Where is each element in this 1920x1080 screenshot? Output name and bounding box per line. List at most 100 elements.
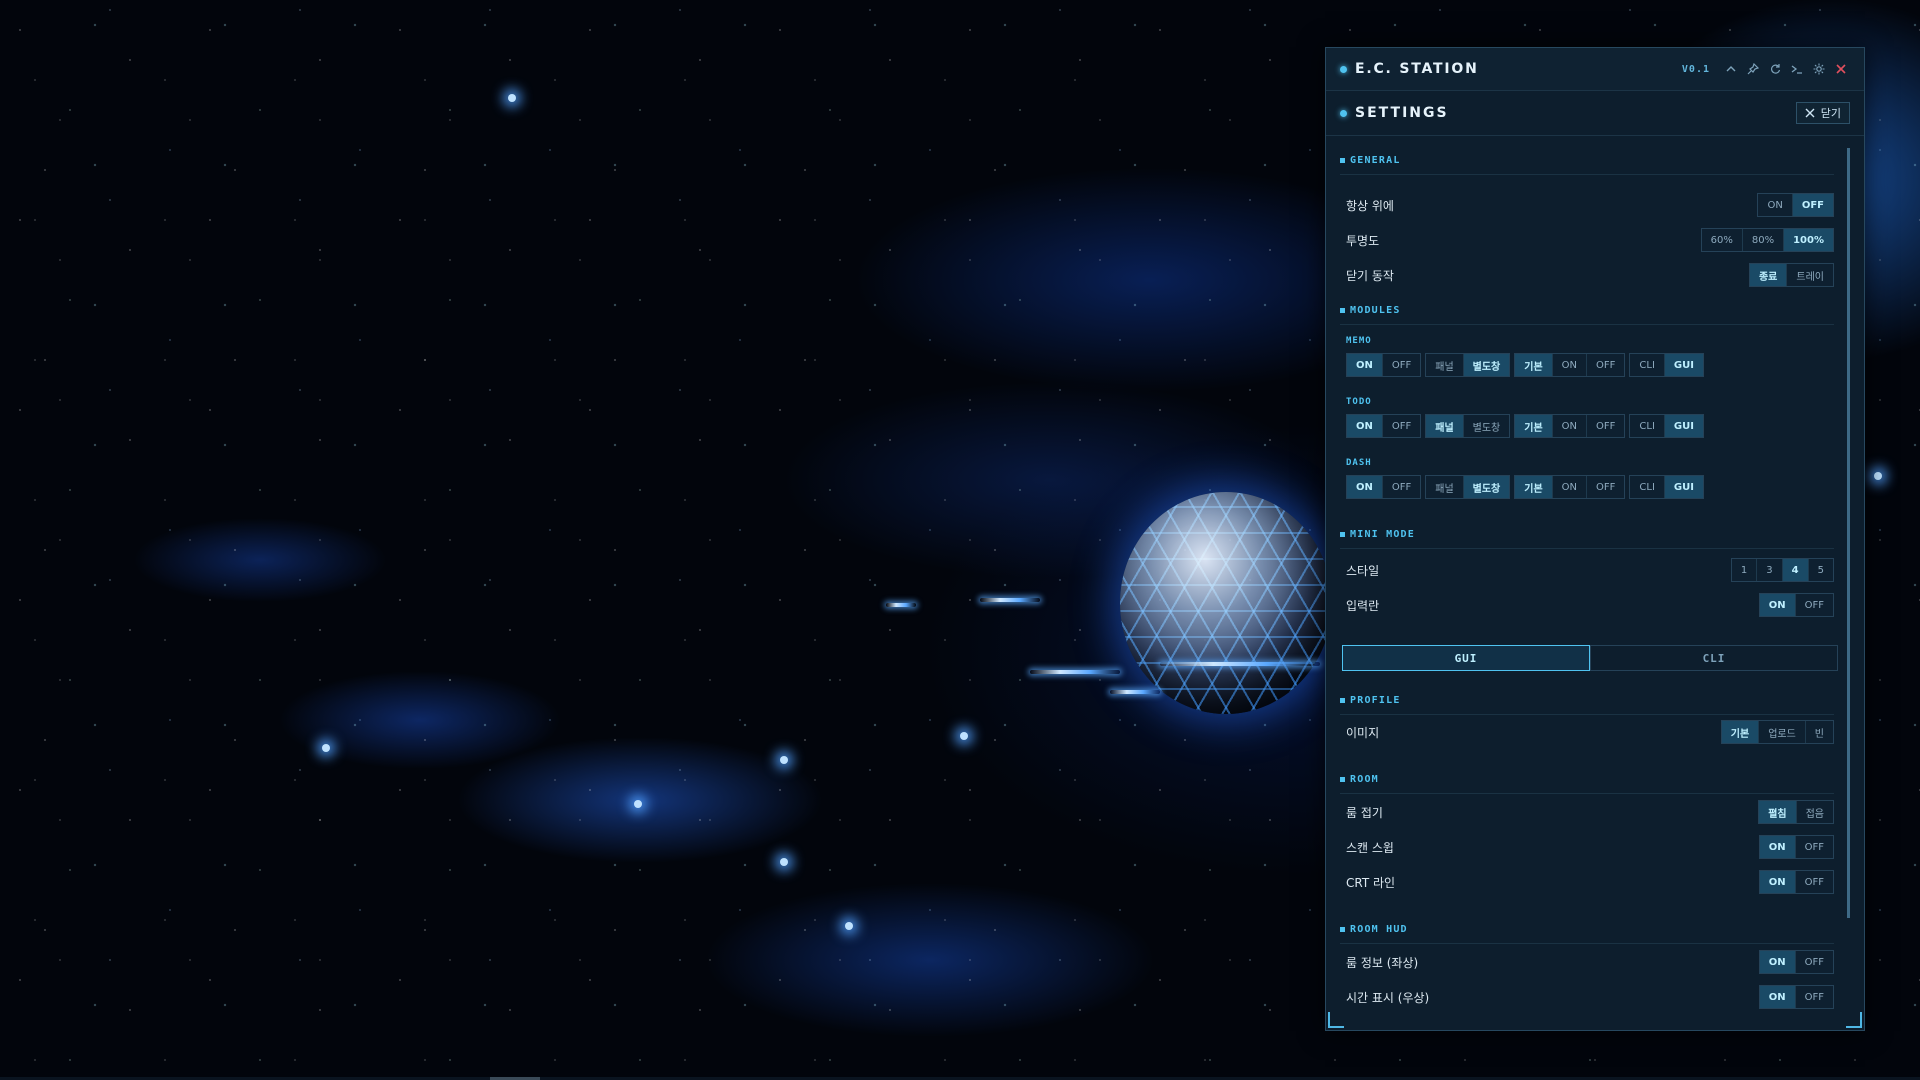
option-window[interactable]: 별도창 — [1462, 415, 1510, 437]
setting-label: 룸 접기 — [1346, 805, 1383, 820]
toggle-crt-line: ON OFF — [1758, 870, 1834, 894]
section-title: MINI MODE — [1350, 528, 1415, 540]
option-on[interactable]: ON — [1759, 836, 1795, 858]
tab-gui[interactable]: GUI — [1342, 645, 1590, 671]
option-off[interactable]: OFF — [1794, 871, 1833, 893]
option-cli[interactable]: CLI — [1630, 415, 1664, 437]
setting-label: 항상 위에 — [1346, 198, 1394, 213]
option-exit[interactable]: 종료 — [1749, 264, 1787, 286]
setting-scan-sweep: 스캔 스윕 ON OFF — [1346, 835, 1834, 859]
option-on[interactable]: ON — [1551, 354, 1586, 376]
room-fold-selector: 펼침 접음 — [1758, 800, 1834, 824]
close-label: 닫기 — [1820, 107, 1841, 120]
setting-label: 스타일 — [1346, 563, 1380, 578]
option-off[interactable]: OFF — [1794, 594, 1833, 616]
setting-crt-line: CRT 라인 ON OFF — [1346, 870, 1834, 894]
setting-always-on-top: 항상 위에 ON OFF — [1346, 193, 1834, 217]
option-off[interactable]: OFF — [1586, 415, 1624, 437]
option-on[interactable]: ON — [1759, 986, 1795, 1008]
close-icon[interactable] — [1830, 58, 1852, 80]
terminal-icon[interactable] — [1786, 58, 1808, 80]
option-expand[interactable]: 펼침 — [1759, 801, 1796, 823]
option-default[interactable]: 기본 — [1515, 476, 1552, 498]
section-title: PROFILE — [1350, 694, 1401, 706]
setting-label: 시간 표시 (우상) — [1346, 990, 1430, 1005]
spaceship — [1160, 662, 1320, 666]
settings-close-button[interactable]: 닫기 — [1795, 102, 1850, 124]
ui-mode-tabs: GUI CLI — [1342, 645, 1838, 671]
option-default[interactable]: 기본 — [1721, 721, 1759, 743]
option-cli[interactable]: CLI — [1630, 354, 1664, 376]
dash-view-toggle: 패널 별도창 — [1425, 475, 1511, 499]
option-5[interactable]: 5 — [1807, 559, 1833, 581]
section-marker-icon — [1340, 697, 1345, 703]
option-upload[interactable]: 업로드 — [1758, 721, 1805, 743]
todo-power-toggle: ON OFF — [1346, 414, 1422, 438]
option-on[interactable]: ON — [1551, 415, 1586, 437]
section-marker-icon — [1340, 776, 1345, 782]
glow-star — [508, 94, 516, 102]
option-on[interactable]: ON — [1759, 871, 1795, 893]
option-tray[interactable]: 트레이 — [1786, 264, 1833, 286]
glow-star — [322, 744, 330, 752]
option-off[interactable]: OFF — [1381, 476, 1420, 498]
option-off[interactable]: OFF — [1794, 836, 1833, 858]
option-panel[interactable]: 패널 — [1426, 354, 1462, 376]
option-cli[interactable]: CLI — [1630, 476, 1664, 498]
section-mini-mode: MINI MODE — [1340, 526, 1834, 549]
option-on[interactable]: ON — [1551, 476, 1586, 498]
settings-title: SETTINGS — [1355, 105, 1449, 121]
option-100[interactable]: 100% — [1783, 229, 1833, 251]
option-default[interactable]: 기본 — [1515, 415, 1552, 437]
glow-star — [845, 922, 853, 930]
planet-sphere — [1120, 492, 1332, 714]
option-default[interactable]: 기본 — [1515, 354, 1552, 376]
chevron-up-icon[interactable] — [1720, 58, 1742, 80]
scrollbar-thumb[interactable] — [1847, 148, 1850, 918]
version-label: V0.1 — [1681, 63, 1710, 75]
option-off[interactable]: OFF — [1791, 194, 1833, 216]
pin-icon[interactable] — [1742, 58, 1764, 80]
refresh-icon[interactable] — [1764, 58, 1786, 80]
option-gui[interactable]: GUI — [1663, 415, 1703, 437]
setting-close-action: 닫기 동작 종료 트레이 — [1346, 263, 1834, 287]
option-collapse[interactable]: 접음 — [1795, 801, 1833, 823]
glow-star — [780, 756, 788, 764]
option-off[interactable]: OFF — [1381, 354, 1420, 376]
option-empty[interactable]: 빈 — [1804, 721, 1833, 743]
option-gui[interactable]: GUI — [1663, 476, 1703, 498]
module-row-dash: ON OFF 패널 별도창 기본 ON OFF CLI GUI — [1346, 475, 1704, 499]
option-1[interactable]: 1 — [1732, 559, 1756, 581]
option-panel[interactable]: 패널 — [1426, 415, 1463, 437]
option-on[interactable]: ON — [1759, 951, 1795, 973]
tab-cli[interactable]: CLI — [1590, 645, 1838, 671]
option-80[interactable]: 80% — [1741, 229, 1783, 251]
style-selector: 1 3 4 5 — [1730, 558, 1834, 582]
option-off[interactable]: OFF — [1381, 415, 1420, 437]
spaceship — [886, 603, 916, 607]
option-on[interactable]: ON — [1758, 194, 1791, 216]
option-on[interactable]: ON — [1759, 594, 1795, 616]
glow-star — [960, 732, 968, 740]
option-off[interactable]: OFF — [1794, 951, 1833, 973]
settings-icon[interactable] — [1808, 58, 1830, 80]
option-on[interactable]: ON — [1347, 415, 1382, 437]
option-60[interactable]: 60% — [1702, 229, 1742, 251]
memo-view-toggle: 패널 별도창 — [1425, 353, 1511, 377]
option-3[interactable]: 3 — [1756, 559, 1781, 581]
option-off[interactable]: OFF — [1794, 986, 1833, 1008]
option-4[interactable]: 4 — [1781, 559, 1808, 581]
toggle-input: ON OFF — [1758, 593, 1834, 617]
option-window[interactable]: 별도창 — [1462, 476, 1510, 498]
option-off[interactable]: OFF — [1586, 476, 1624, 498]
option-window[interactable]: 별도창 — [1462, 354, 1510, 376]
setting-image: 이미지 기본 업로드 빈 — [1346, 720, 1834, 744]
dash-power-toggle: ON OFF — [1346, 475, 1422, 499]
option-off[interactable]: OFF — [1586, 354, 1624, 376]
title-bar[interactable]: E.C. STATION V0.1 — [1326, 48, 1864, 91]
option-panel[interactable]: 패널 — [1426, 476, 1462, 498]
option-gui[interactable]: GUI — [1663, 354, 1703, 376]
option-on[interactable]: ON — [1347, 354, 1382, 376]
option-on[interactable]: ON — [1347, 476, 1382, 498]
setting-input: 입력란 ON OFF — [1346, 593, 1834, 617]
